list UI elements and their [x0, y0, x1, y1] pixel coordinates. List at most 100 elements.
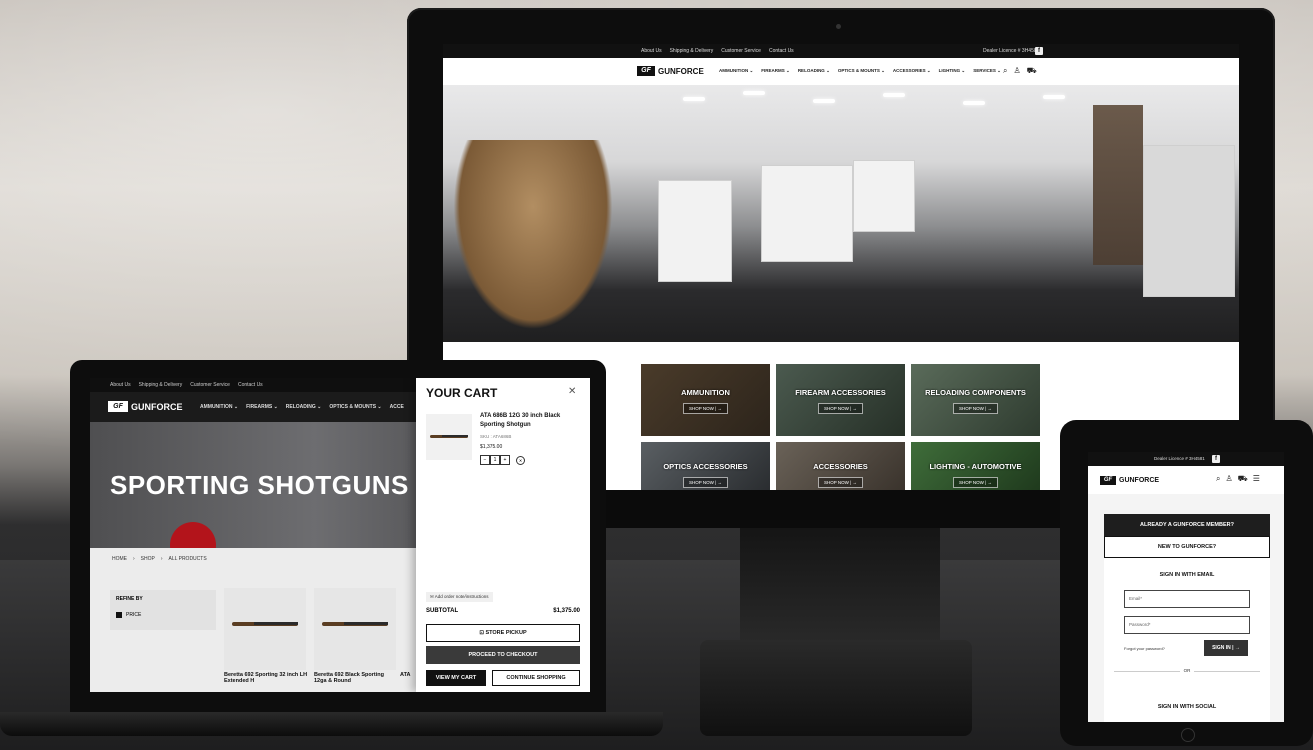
menu-ammunition[interactable]: AMMUNITION ⌄: [719, 68, 753, 74]
close-icon[interactable]: ✕: [568, 386, 576, 397]
signin-email-heading: SIGN IN WITH EMAIL: [1159, 572, 1215, 578]
sign-in-button[interactable]: SIGN IN | →: [1204, 640, 1248, 656]
tab-existing-member[interactable]: ALREADY A GUNFORCE MEMBER?: [1104, 514, 1270, 536]
topbar-link-contact[interactable]: Contact Us: [769, 48, 794, 54]
category-tiles: AMMUNITION SHOP NOW | → FIREARM ACCESSOR…: [641, 364, 1040, 490]
imac-stand: [740, 528, 940, 648]
shop-now-button[interactable]: SHOP NOW | →: [952, 403, 999, 414]
qty-plus-button[interactable]: +: [500, 455, 510, 465]
checkout-button[interactable]: PROCEED TO CHECKOUT: [426, 646, 580, 664]
breadcrumb-shop[interactable]: SHOP: [141, 556, 155, 562]
product-name[interactable]: Beretta 692 Black Sporting 12ga & Round: [314, 672, 398, 684]
shop-now-button[interactable]: SHOP NOW | →: [682, 477, 729, 488]
cart-item-name[interactable]: ATA 686B 12G 30 inch Black Sporting Shot…: [480, 412, 584, 430]
shop-now-button[interactable]: SHOP NOW | →: [952, 477, 999, 488]
quantity-stepper: − 1 + ✕: [480, 455, 525, 465]
main-menu: AMMUNITION ⌄ FIREARMS ⌄ RELOADING ⌄ OPTI…: [200, 404, 404, 410]
or-divider: OR: [1104, 668, 1270, 673]
topbar-link-shipping[interactable]: Shipping & Delivery: [139, 382, 183, 388]
topbar-links: About Us Shipping & Delivery Customer Se…: [110, 382, 263, 388]
tile-firearm-accessories[interactable]: FIREARM ACCESSORIES SHOP NOW | →: [776, 364, 905, 436]
menu-firearms[interactable]: FIREARMS ⌄: [246, 404, 278, 410]
email-field[interactable]: Email*: [1124, 590, 1250, 608]
subtotal-label: SUBTOTAL: [426, 608, 459, 614]
laptop-screen: About Us Shipping & Delivery Customer Se…: [90, 378, 590, 692]
cart-item-price: $1,375.00: [480, 444, 503, 450]
facebook-icon[interactable]: f: [1035, 47, 1043, 55]
subtotal-value: $1,375.00: [553, 608, 580, 614]
menu-reloading[interactable]: RELOADING ⌄: [798, 68, 830, 74]
tile-accessories[interactable]: ACCESSORIES SHOP NOW | →: [776, 442, 905, 490]
tile-title: LIGHTING - AUTOMOTIVE: [929, 462, 1022, 471]
tile-lighting-automotive[interactable]: LIGHTING - AUTOMOTIVE SHOP NOW | →: [911, 442, 1040, 490]
shotgun-image: [430, 435, 468, 438]
product-name[interactable]: Beretta 692 Sporting 32 inch LH Extended…: [224, 672, 308, 684]
search-icon[interactable]: ⌕: [1003, 66, 1007, 76]
cart-icon[interactable]: ⛟: [1238, 474, 1248, 484]
qty-value[interactable]: 1: [490, 455, 500, 465]
price-filter[interactable]: PRICE: [116, 612, 141, 618]
store-shelf: [761, 165, 853, 262]
product-name[interactable]: ATA: [400, 672, 414, 678]
logo[interactable]: GF GUNFORCE: [1100, 476, 1159, 485]
menu-ammunition[interactable]: AMMUNITION ⌄: [200, 404, 238, 410]
breadcrumb-home[interactable]: HOME: [112, 556, 127, 562]
tile-reloading-components[interactable]: RELOADING COMPONENTS SHOP NOW | →: [911, 364, 1040, 436]
price-filter-label: PRICE: [126, 612, 142, 618]
user-icon[interactable]: ♙: [1013, 66, 1020, 76]
continue-shopping-button[interactable]: CONTINUE SHOPPING: [492, 670, 580, 686]
product-card[interactable]: [314, 588, 396, 670]
topbar-links: About Us Shipping & Delivery Customer Se…: [641, 48, 794, 54]
store-shelf: [853, 160, 915, 232]
menu-firearms[interactable]: FIREARMS ⌄: [761, 68, 790, 74]
tile-title: OPTICS ACCESSORIES: [663, 462, 748, 471]
topbar-link-about[interactable]: About Us: [641, 48, 662, 54]
logo-text: GUNFORCE: [1119, 477, 1160, 484]
shop-now-button[interactable]: SHOP NOW | →: [817, 403, 864, 414]
tab-new-customer[interactable]: NEW TO GUNFORCE?: [1104, 536, 1270, 558]
logo[interactable]: GF GUNFORCE: [637, 66, 704, 76]
topbar-link-shipping[interactable]: Shipping & Delivery: [670, 48, 714, 54]
topbar-link-service[interactable]: Customer Service: [721, 48, 761, 54]
password-field[interactable]: Password*: [1124, 616, 1250, 634]
menu-optics[interactable]: OPTICS & MOUNTS ⌄: [329, 404, 381, 410]
shop-now-button[interactable]: SHOP NOW | →: [817, 477, 864, 488]
main-menu: AMMUNITION ⌄ FIREARMS ⌄ RELOADING ⌄ OPTI…: [719, 68, 1001, 74]
menu-optics[interactable]: OPTICS & MOUNTS ⌄: [838, 68, 885, 74]
breadcrumb-separator: ›: [133, 556, 135, 562]
cart-item-image: [426, 414, 472, 460]
store-shelf: [658, 180, 732, 282]
facebook-icon[interactable]: f: [1212, 455, 1220, 463]
menu-lighting[interactable]: LIGHTING ⌄: [939, 68, 966, 74]
dealer-licence: Dealer Licence # 3H4581: [1154, 456, 1205, 461]
hero-store-image: [443, 85, 1239, 342]
sign-in-card: SIGN IN WITH EMAIL Email* Password* Forg…: [1104, 558, 1270, 722]
menu-services[interactable]: SERVICES ⌄: [973, 68, 1001, 74]
tile-title: AMMUNITION: [681, 388, 730, 397]
qty-minus-button[interactable]: −: [480, 455, 490, 465]
menu-accessories[interactable]: ACCESSORIES ⌄: [893, 68, 931, 74]
menu-reloading[interactable]: RELOADING ⌄: [286, 404, 322, 410]
product-card[interactable]: [224, 588, 306, 670]
forgot-password-link[interactable]: Forgot your password?: [1124, 646, 1165, 651]
password-placeholder: Password*: [1129, 622, 1151, 627]
menu-accessories[interactable]: ACCE: [390, 404, 404, 410]
tile-ammunition[interactable]: AMMUNITION SHOP NOW | →: [641, 364, 770, 436]
search-icon[interactable]: ⌕: [1216, 474, 1220, 484]
cart-icon[interactable]: ⛟: [1027, 66, 1037, 76]
cart-drawer: YOUR CART ✕ ATA 686B 12G 30 inch Black S…: [416, 378, 590, 692]
topbar-link-contact[interactable]: Contact Us: [238, 382, 263, 388]
order-note-link[interactable]: ✉ Add order note/instructions: [426, 592, 493, 602]
view-cart-button[interactable]: VIEW MY CART: [426, 670, 486, 686]
remove-item-icon[interactable]: ✕: [516, 455, 525, 465]
tile-optics-accessories[interactable]: OPTICS ACCESSORIES SHOP NOW | →: [641, 442, 770, 490]
shop-now-button[interactable]: SHOP NOW | →: [682, 403, 729, 414]
user-icon[interactable]: ♙: [1225, 474, 1232, 484]
topbar-link-service[interactable]: Customer Service: [190, 382, 230, 388]
topbar-link-about[interactable]: About Us: [110, 382, 131, 388]
tile-title: FIREARM ACCESSORIES: [795, 388, 886, 397]
laptop-base: [0, 712, 663, 736]
logo[interactable]: GF GUNFORCE: [108, 401, 183, 412]
hamburger-menu-icon[interactable]: ☰: [1253, 474, 1260, 484]
store-pickup-button[interactable]: ⊡ STORE PICKUP: [426, 624, 580, 642]
